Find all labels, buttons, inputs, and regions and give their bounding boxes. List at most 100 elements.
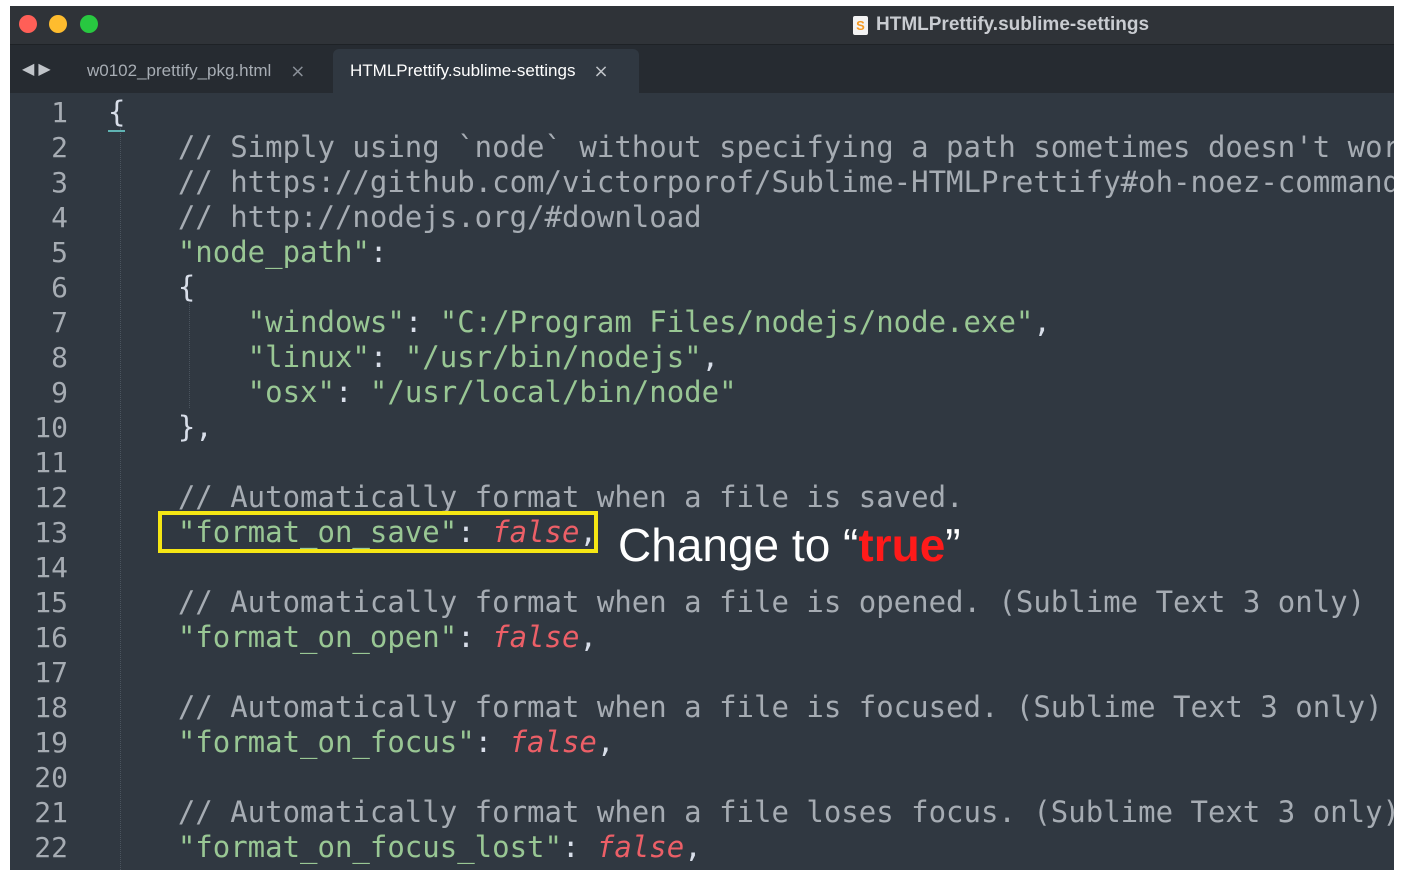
code-line[interactable]: 7 "windows": "C:/Program Files/nodejs/no… xyxy=(10,305,1394,340)
line-number: 1 xyxy=(51,96,68,129)
line-number: 5 xyxy=(51,236,68,269)
code-line[interactable]: 6 { xyxy=(10,270,1394,305)
token-punc: , xyxy=(579,620,597,654)
line-number: 12 xyxy=(34,481,68,514)
token-punc: : xyxy=(457,620,493,654)
annotation-emphasis: true xyxy=(858,519,946,571)
code-line[interactable]: 20 xyxy=(10,760,1394,795)
line-number: 20 xyxy=(34,761,68,794)
code-line[interactable]: 4 // http://nodejs.org/#download xyxy=(10,200,1394,235)
tab-bar: ◀▶ w0102_prettify_pkg.html × HTMLPrettif… xyxy=(10,45,1394,93)
tab-label: HTMLPrettify.sublime-settings xyxy=(350,61,576,80)
code-line[interactable]: 12 // Automatically format when a file i… xyxy=(10,480,1394,515)
title-bar: S HTMLPrettify.sublime-settings xyxy=(10,6,1394,45)
line-code: // Simply using `node` without specifyin… xyxy=(108,130,1394,165)
token-punc: : xyxy=(404,305,440,339)
token-punc: : xyxy=(561,830,597,864)
line-number: 10 xyxy=(34,411,68,444)
code-line[interactable]: 19 "format_on_focus": false, xyxy=(10,725,1394,760)
line-code: }, xyxy=(108,410,213,445)
line-code: "node_path": xyxy=(108,235,388,270)
code-line[interactable]: 15 // Automatically format when a file i… xyxy=(10,585,1394,620)
close-tab-icon[interactable]: × xyxy=(290,61,305,82)
forward-arrow-icon[interactable]: ▶ xyxy=(38,59,54,78)
code-line[interactable]: 23 xyxy=(10,865,1394,870)
token-punc: : xyxy=(369,340,405,374)
window-title: HTMLPrettify.sublime-settings xyxy=(876,14,1150,35)
token-comment: // Automatically format when a file is s… xyxy=(108,480,964,514)
code-editor[interactable]: 1{2 // Simply using `node` without speci… xyxy=(10,93,1394,870)
token-key: "windows" xyxy=(108,305,405,339)
close-tab-icon[interactable]: × xyxy=(593,61,608,82)
line-code: // Automatically format when a file lose… xyxy=(108,795,1394,830)
editor-window: S HTMLPrettify.sublime-settings ◀▶ w0102… xyxy=(10,6,1394,870)
token-punc: }, xyxy=(108,410,213,444)
token-punc: { xyxy=(108,95,126,129)
line-code: "osx": "/usr/local/bin/node" xyxy=(108,375,737,410)
line-code: "format_on_focus": false, xyxy=(108,725,615,760)
code-line[interactable]: 16 "format_on_open": false, xyxy=(10,620,1394,655)
token-punc: { xyxy=(108,270,196,304)
token-key: "osx" xyxy=(108,375,335,409)
line-code: "format_on_open": false, xyxy=(108,620,597,655)
token-key: "format_on_open" xyxy=(108,620,458,654)
token-punc: , xyxy=(1033,305,1051,339)
code-line[interactable]: 1{ xyxy=(10,95,1394,130)
tab-label: w0102_prettify_pkg.html xyxy=(87,61,272,80)
line-code: "windows": "C:/Program Files/nodejs/node… xyxy=(108,305,1051,340)
line-code: { xyxy=(108,95,125,130)
code-line[interactable]: 2 // Simply using `node` without specify… xyxy=(10,130,1394,165)
line-number: 15 xyxy=(34,586,68,619)
code-line[interactable]: 22 "format_on_focus_lost": false, xyxy=(10,830,1394,865)
token-punc: , xyxy=(684,830,702,864)
token-comment: // Automatically format when a file is f… xyxy=(108,690,1383,724)
token-comment: // Automatically format when a file lose… xyxy=(108,795,1394,829)
token-punc: : xyxy=(334,375,370,409)
code-line[interactable]: 10 }, xyxy=(10,410,1394,445)
annotation-prefix: Change to “ xyxy=(618,519,859,571)
token-punc: , xyxy=(701,340,720,374)
token-key: "linux" xyxy=(108,340,370,374)
line-code: "format_on_focus_lost": false, xyxy=(108,830,702,865)
tab-w0102-prettify-pkg[interactable]: w0102_prettify_pkg.html × xyxy=(72,49,330,93)
close-window-button[interactable] xyxy=(19,15,37,33)
line-number: 23 xyxy=(10,865,68,870)
token-key: "format_on_focus_lost" xyxy=(108,830,562,864)
token-false: false xyxy=(509,725,597,759)
token-comment: // Simply using `node` without specifyin… xyxy=(108,130,1394,164)
token-false: false xyxy=(596,830,685,864)
line-number: 19 xyxy=(34,726,68,759)
code-line[interactable]: 21 // Automatically format when a file l… xyxy=(10,795,1394,830)
annotation-suffix: ” xyxy=(945,519,961,571)
zoom-window-button[interactable] xyxy=(80,15,98,33)
line-number: 8 xyxy=(51,341,68,374)
token-str: "C:/Program Files/nodejs/node.exe" xyxy=(439,305,1034,339)
token-key: "node_path" xyxy=(108,235,370,269)
token-punc: , xyxy=(596,725,615,759)
line-code: // http://nodejs.org/#download xyxy=(108,200,702,235)
token-key: "format_on_focus" xyxy=(108,725,475,759)
line-number: 6 xyxy=(51,271,68,304)
minimize-window-button[interactable] xyxy=(49,15,67,33)
line-code: "linux": "/usr/bin/nodejs", xyxy=(108,340,719,375)
code-line[interactable]: 8 "linux": "/usr/bin/nodejs", xyxy=(10,340,1394,375)
line-code: // Automatically format when a file is s… xyxy=(108,480,964,515)
line-number: 17 xyxy=(34,656,68,689)
line-number: 7 xyxy=(51,306,68,339)
tab-htmlprettify-settings[interactable]: HTMLPrettify.sublime-settings × xyxy=(333,49,639,93)
code-line[interactable]: 3 // https://github.com/victorporof/Subl… xyxy=(10,165,1394,200)
code-line[interactable]: 18 // Automatically format when a file i… xyxy=(10,690,1394,725)
code-line[interactable]: 5 "node_path": xyxy=(10,235,1394,270)
line-code: // https://github.com/victorporof/Sublim… xyxy=(108,165,1394,200)
code-line[interactable]: 9 "osx": "/usr/local/bin/node" xyxy=(10,375,1394,410)
code-line[interactable]: 11 xyxy=(10,445,1394,480)
token-comment: // Automatically format when a file is o… xyxy=(108,585,1366,619)
line-number: 2 xyxy=(51,131,68,164)
code-line[interactable]: 17 xyxy=(10,655,1394,690)
back-arrow-icon[interactable]: ◀ xyxy=(22,59,38,78)
line-code: // Automatically format when a file is f… xyxy=(108,690,1383,725)
line-number: 22 xyxy=(34,831,68,864)
token-false: false xyxy=(492,620,580,654)
token-punc: : xyxy=(474,725,510,759)
line-number: 11 xyxy=(34,446,68,479)
